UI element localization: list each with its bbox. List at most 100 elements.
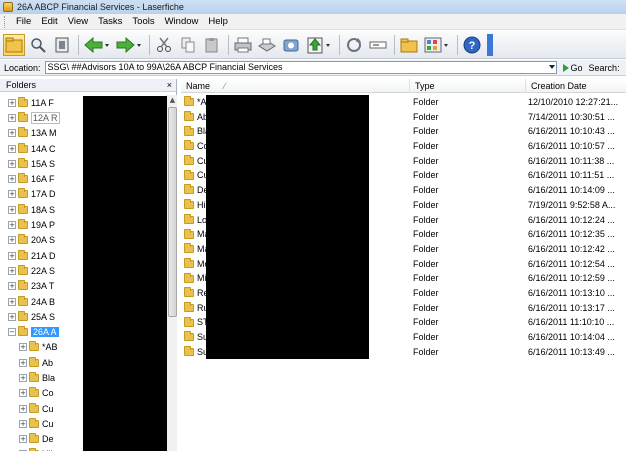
menu-file[interactable]: File: [11, 16, 36, 27]
rename-button[interactable]: [367, 34, 389, 56]
toolbar-separator: [78, 34, 79, 55]
toolbar-end-handle: [487, 33, 493, 56]
tree-item-label: *AB: [42, 342, 58, 353]
columns-button[interactable]: [51, 34, 73, 56]
column-header-name[interactable]: Name ⁄: [181, 79, 410, 93]
expand-icon[interactable]: +: [8, 190, 16, 199]
expand-icon[interactable]: +: [19, 343, 27, 352]
forward-button[interactable]: [114, 34, 144, 56]
column-header-creation-date[interactable]: Creation Date: [526, 79, 626, 93]
tree-item-label: 15A S: [31, 158, 56, 169]
expand-icon[interactable]: +: [19, 389, 27, 398]
expand-icon[interactable]: +: [19, 373, 27, 382]
tree-item-label: 20A S: [31, 235, 56, 246]
type-cell: Folder: [413, 302, 439, 313]
creation-date-cell: 6/16/2011 10:12:42 ...: [528, 243, 615, 254]
menu-window[interactable]: Window: [160, 16, 204, 27]
upload-button[interactable]: [304, 34, 334, 56]
menu-tools[interactable]: Tools: [127, 16, 159, 27]
paste-icon: [205, 37, 218, 52]
search-label[interactable]: Search:: [589, 63, 620, 73]
folder-icon: [184, 272, 194, 283]
creation-date-cell: 6/16/2011 10:12:59 ...: [528, 273, 615, 284]
creation-date-cell: 6/16/2011 11:10:10 ...: [528, 317, 615, 328]
tree-item-label: 16A F: [31, 174, 55, 185]
expand-icon[interactable]: +: [8, 251, 16, 260]
go-button[interactable]: Go: [562, 62, 583, 73]
paste-button[interactable]: [201, 34, 223, 56]
menu-tasks[interactable]: Tasks: [93, 16, 127, 27]
folder-icon: [18, 203, 28, 214]
expand-icon[interactable]: +: [19, 435, 27, 444]
folder-tree-scrollbar[interactable]: ▲: [166, 95, 177, 451]
expand-icon[interactable]: +: [8, 297, 16, 306]
collapse-icon[interactable]: −: [8, 328, 16, 337]
expand-icon[interactable]: +: [8, 266, 16, 275]
folder-icon: [29, 387, 39, 398]
expand-icon[interactable]: +: [8, 221, 16, 230]
type-cell: Folder: [413, 287, 439, 298]
new-folder-button[interactable]: [398, 34, 420, 56]
tree-item-label: 22A S: [31, 265, 56, 276]
expand-icon[interactable]: +: [8, 205, 16, 214]
toolbar-separator: [228, 34, 229, 55]
expand-icon[interactable]: +: [8, 113, 16, 122]
expand-icon[interactable]: +: [8, 129, 16, 138]
folder-icon: [184, 331, 194, 342]
creation-date-cell: 7/14/2011 10:30:51 ...: [528, 111, 615, 122]
refresh-button[interactable]: [343, 34, 365, 56]
expand-icon[interactable]: +: [8, 312, 16, 321]
view-options-button[interactable]: [422, 34, 452, 56]
column-header-type[interactable]: Type: [410, 79, 526, 93]
close-icon[interactable]: ×: [167, 80, 172, 90]
tree-item-label: 23A T: [31, 281, 55, 292]
expand-icon[interactable]: +: [8, 175, 16, 184]
menu-view[interactable]: View: [63, 16, 93, 27]
creation-date-cell: 6/16/2011 10:10:57 ...: [528, 141, 615, 152]
expand-icon[interactable]: +: [19, 404, 27, 413]
folder-browser-button[interactable]: [3, 33, 25, 56]
scroll-up-icon[interactable]: ▲: [167, 95, 178, 105]
location-input[interactable]: SSG\ ##Advisors 10A to 99A\26A ABCP Fina…: [44, 61, 557, 74]
import-button[interactable]: [280, 34, 302, 56]
creation-date-cell: 6/16/2011 10:13:17 ...: [528, 302, 615, 313]
menu-help[interactable]: Help: [203, 16, 233, 27]
type-cell: Folder: [413, 258, 439, 269]
tree-item-label: 14A C: [31, 143, 56, 154]
sort-indicator-icon: ⁄: [224, 81, 226, 91]
expand-icon[interactable]: +: [8, 144, 16, 153]
creation-date-cell: 6/16/2011 10:12:24 ...: [528, 214, 615, 225]
folder-icon: [184, 243, 194, 254]
expand-icon[interactable]: +: [8, 159, 16, 168]
expand-icon[interactable]: +: [19, 419, 27, 428]
folder-icon: [18, 295, 28, 306]
type-cell: Folder: [413, 199, 439, 210]
creation-date-cell: 6/16/2011 10:13:10 ...: [528, 287, 615, 298]
creation-date-cell: 6/16/2011 10:14:09 ...: [528, 185, 615, 196]
back-button[interactable]: [82, 34, 112, 56]
folder-icon: [184, 316, 194, 327]
chevron-down-icon[interactable]: [548, 65, 555, 69]
scroll-thumb[interactable]: [168, 107, 177, 317]
help-button[interactable]: ?: [461, 34, 483, 56]
expand-icon[interactable]: +: [19, 358, 27, 367]
print-button[interactable]: [232, 34, 254, 56]
search-button[interactable]: [27, 34, 49, 56]
copy-button[interactable]: [177, 34, 199, 56]
folder-icon: [184, 184, 194, 195]
cut-button[interactable]: [153, 34, 175, 56]
expand-icon[interactable]: +: [8, 236, 16, 245]
scan-button[interactable]: [256, 34, 278, 56]
tree-item-label: Bla: [42, 372, 56, 383]
folder-icon: [184, 125, 194, 136]
folder-icon: [184, 155, 194, 166]
go-label: Go: [570, 62, 583, 73]
expand-icon[interactable]: +: [8, 282, 16, 291]
folder-icon: [184, 199, 194, 210]
menu-edit[interactable]: Edit: [36, 16, 62, 27]
folder-icon: [184, 228, 194, 239]
expand-icon[interactable]: +: [8, 98, 16, 107]
folder-icon: [184, 346, 194, 357]
new-folder-icon: [400, 38, 418, 52]
creation-date-cell: 12/10/2010 12:27:21...: [528, 97, 619, 107]
